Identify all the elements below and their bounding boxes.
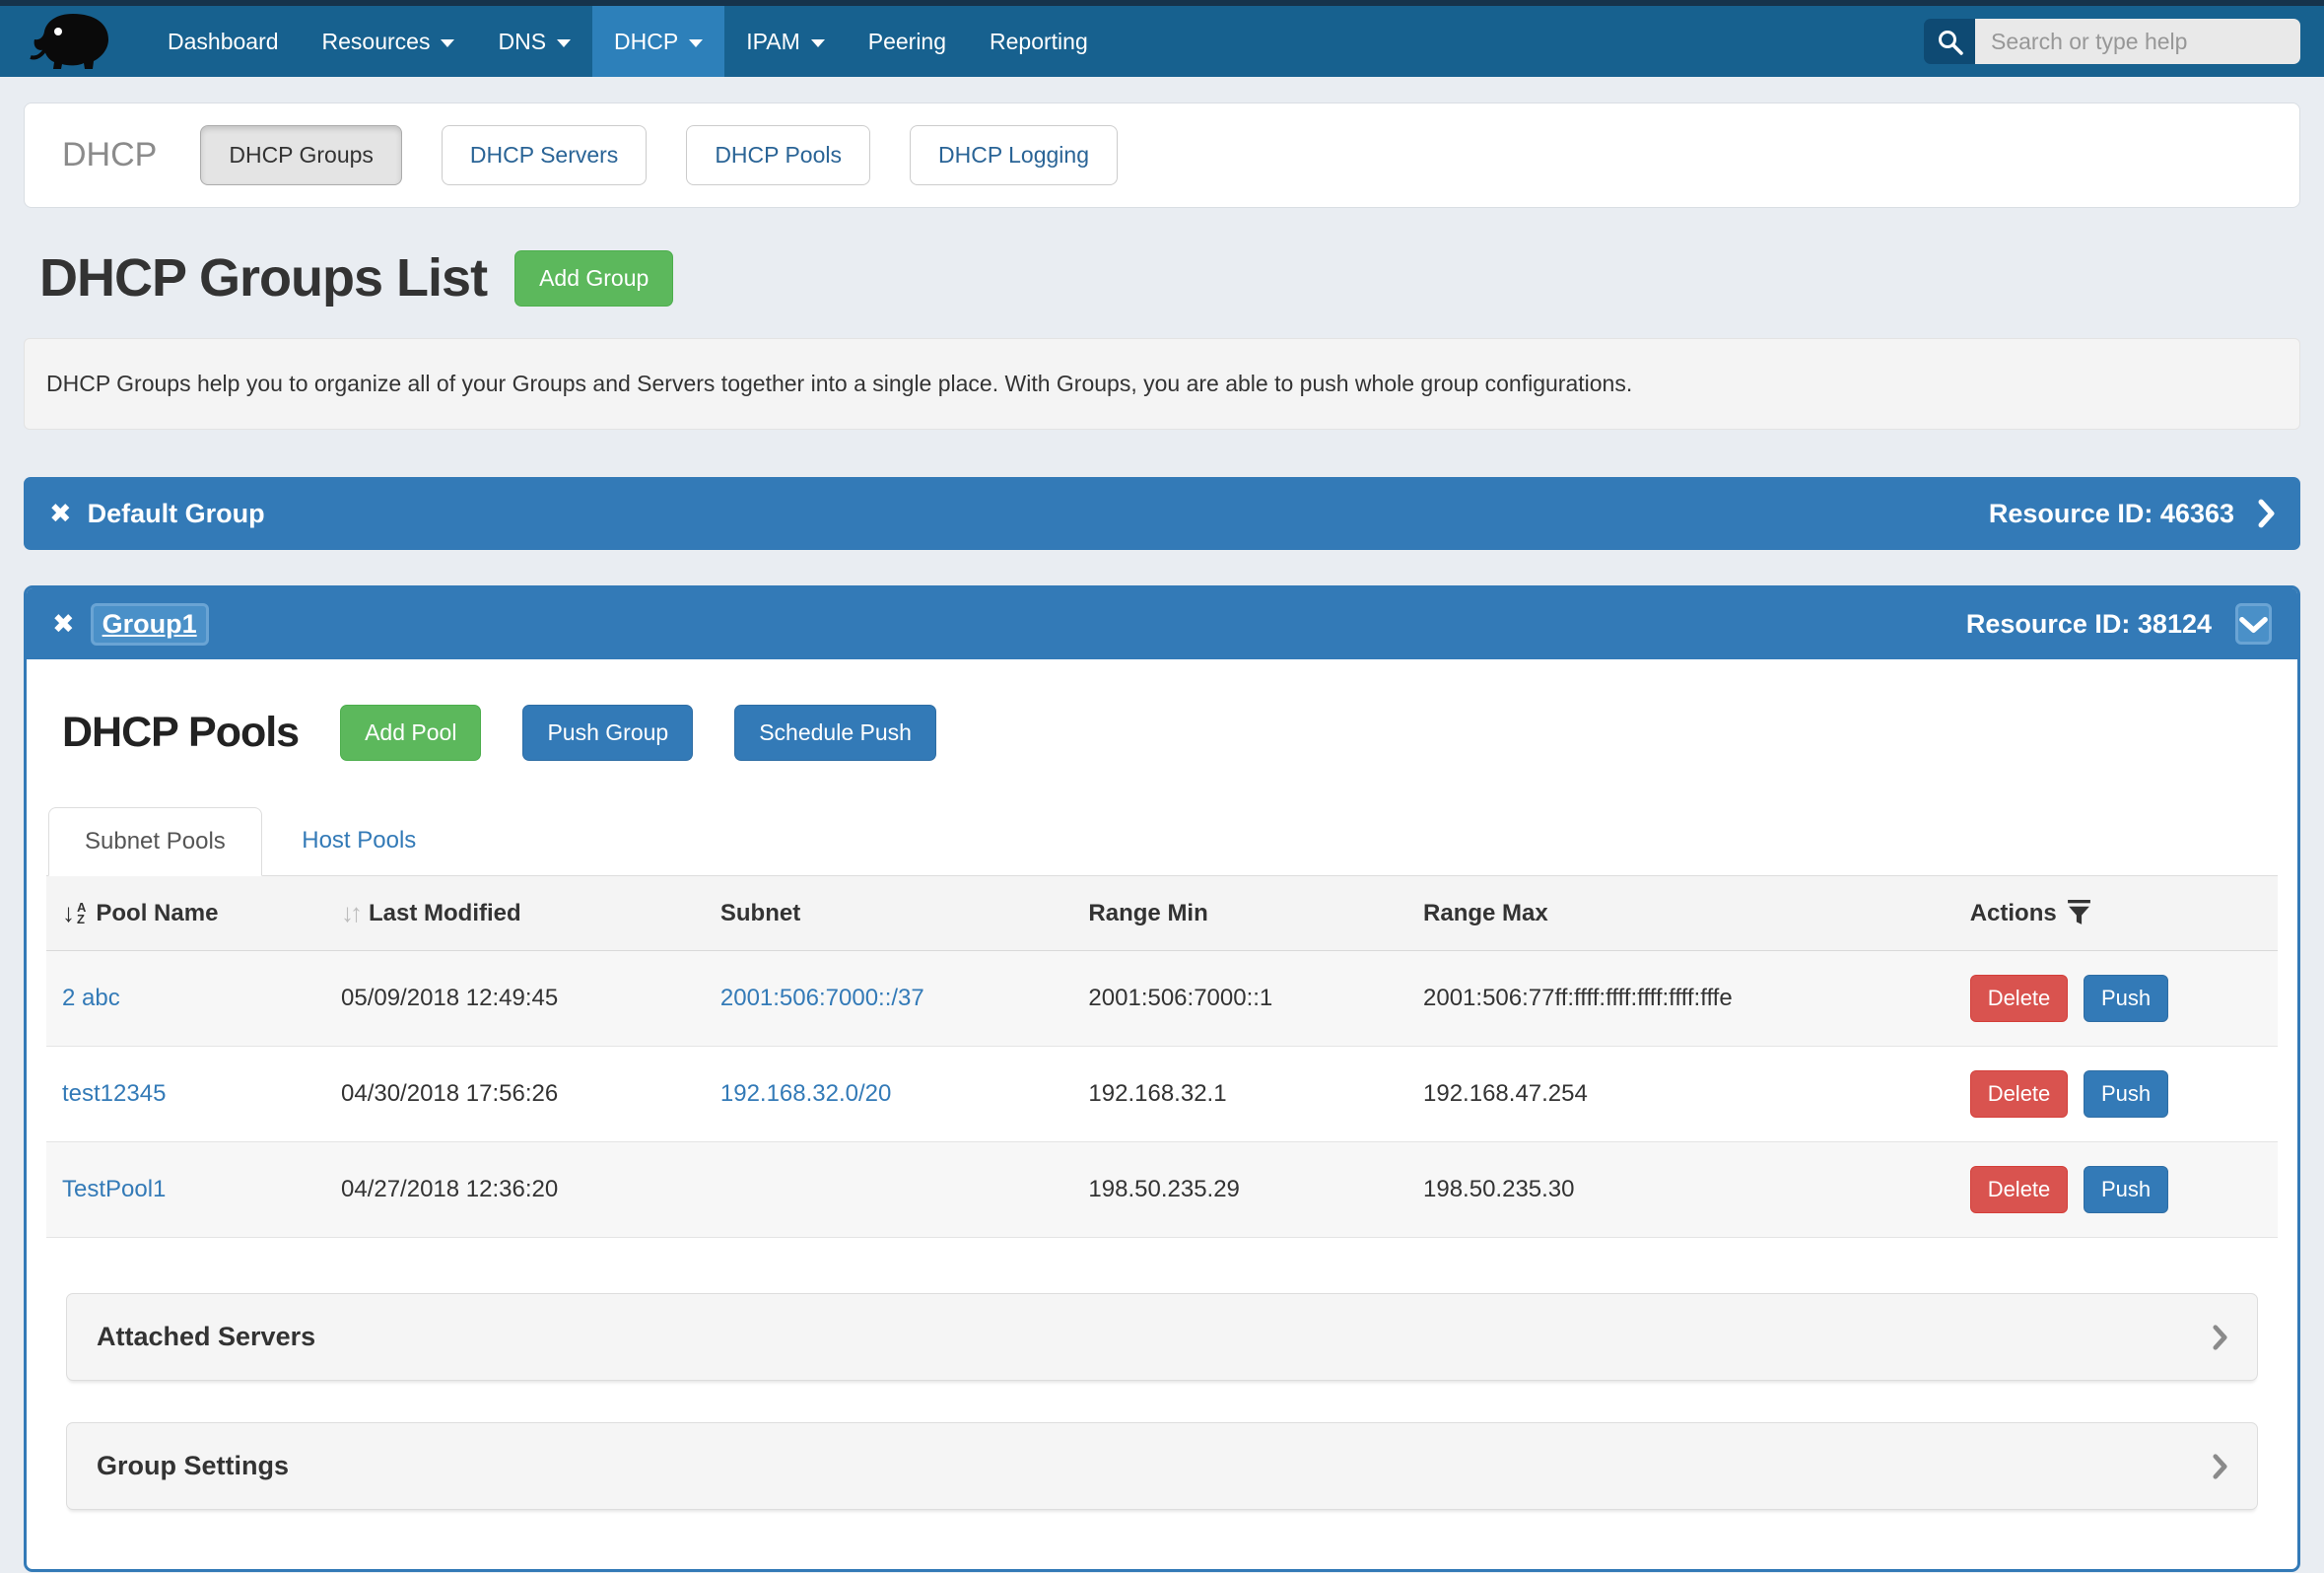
last-modified-cell: 05/09/2018 12:49:45 [325, 951, 705, 1047]
chevron-right-icon[interactable] [2258, 499, 2275, 528]
schedule-push-button[interactable]: Schedule Push [734, 705, 936, 761]
resource-id: Resource ID: 38124 [1966, 609, 2212, 640]
tab-dhcp-pools[interactable]: DHCP Pools [686, 125, 870, 185]
subnet-pools-table: ↓AZ Pool Name ↓↑ Last Modified Subnet [46, 876, 2278, 1238]
column-header-actions[interactable]: Actions [1954, 876, 2278, 951]
accordion-title: Group Settings [97, 1451, 289, 1481]
add-group-button[interactable]: Add Group [514, 250, 673, 307]
range-min-cell: 198.50.235.29 [1072, 1142, 1407, 1238]
search-icon[interactable] [1924, 19, 1975, 64]
nav-dhcp[interactable]: DHCP [592, 6, 724, 77]
nav-resources[interactable]: Resources [301, 6, 477, 77]
tab-dhcp-logging[interactable]: DHCP Logging [910, 125, 1118, 185]
dhcp-groups-description: DHCP Groups help you to organize all of … [24, 338, 2300, 430]
subnet-link[interactable]: 192.168.32.0/20 [720, 1080, 892, 1107]
tab-dhcp-servers[interactable]: DHCP Servers [442, 125, 647, 185]
table-row: test12345 04/30/2018 17:56:26 192.168.32… [46, 1047, 2278, 1142]
subnet-cell-empty [705, 1142, 1073, 1238]
range-max-cell: 2001:506:77ff:ffff:ffff:ffff:ffff:fffe [1407, 951, 1954, 1047]
column-header-subnet[interactable]: Subnet [705, 876, 1073, 951]
dhcp-section-tabbar: DHCP DHCP Groups DHCP Servers DHCP Pools… [24, 103, 2300, 208]
chevron-right-icon [2213, 1324, 2227, 1351]
nav-dns-label: DNS [498, 29, 546, 55]
range-min-cell: 192.168.32.1 [1072, 1047, 1407, 1142]
pool-name-link[interactable]: 2 abc [62, 985, 120, 1011]
dhcp-pools-header: DHCP Pools Add Pool Push Group Schedule … [46, 705, 2278, 761]
nav-dashboard-label: Dashboard [168, 29, 279, 55]
column-header-pool-name[interactable]: ↓AZ Pool Name [46, 876, 325, 951]
caret-down-icon [811, 39, 825, 47]
push-pool-button[interactable]: Push [2084, 1166, 2168, 1213]
nav-ipam[interactable]: IPAM [724, 6, 847, 77]
remove-group-icon[interactable]: ✖ [52, 611, 75, 638]
range-max-cell: 192.168.47.254 [1407, 1047, 1954, 1142]
search-input[interactable] [1975, 19, 2300, 64]
nav-peering-label: Peering [868, 29, 946, 55]
group-name: Default Group [88, 499, 265, 529]
delete-pool-button[interactable]: Delete [1970, 975, 2069, 1022]
page-title: DHCP Groups List [39, 247, 487, 308]
caret-down-icon [441, 39, 454, 47]
pool-name-link[interactable]: TestPool1 [62, 1176, 166, 1202]
nav-peering[interactable]: Peering [847, 6, 968, 77]
column-header-last-modified[interactable]: ↓↑ Last Modified [325, 876, 705, 951]
table-row: 2 abc 05/09/2018 12:49:45 2001:506:7000:… [46, 951, 2278, 1047]
remove-group-icon[interactable]: ✖ [49, 501, 72, 527]
app-logo-mammoth-icon[interactable] [28, 11, 116, 72]
dhcp-pools-title: DHCP Pools [62, 709, 299, 757]
nav-resources-label: Resources [322, 29, 431, 55]
column-header-range-max[interactable]: Range Max [1407, 876, 1954, 951]
pool-tabs: Subnet Pools Host Pools [46, 806, 2278, 876]
push-group-button[interactable]: Push Group [522, 705, 693, 761]
range-min-cell: 2001:506:7000::1 [1072, 951, 1407, 1047]
caret-down-icon [689, 39, 703, 47]
group-panel-group1: ✖ Group1 Resource ID: 38124 DHCP Pools A… [24, 585, 2300, 1572]
table-row: TestPool1 04/27/2018 12:36:20 198.50.235… [46, 1142, 2278, 1238]
chevron-down-icon[interactable] [2235, 603, 2272, 645]
group-name-link[interactable]: Group1 [91, 603, 209, 646]
group-bar-group1[interactable]: ✖ Group1 Resource ID: 38124 [27, 588, 2297, 659]
group1-body: DHCP Pools Add Pool Push Group Schedule … [27, 659, 2297, 1569]
push-pool-button[interactable]: Push [2084, 975, 2168, 1022]
main-navbar: Dashboard Resources DNS DHCP IPAM Peerin… [0, 6, 2324, 77]
page-head: DHCP Groups List Add Group [24, 247, 2300, 308]
accordion-title: Attached Servers [97, 1322, 315, 1352]
last-modified-cell: 04/27/2018 12:36:20 [325, 1142, 705, 1238]
accordion-group-settings[interactable]: Group Settings [66, 1422, 2258, 1510]
range-max-cell: 198.50.235.30 [1407, 1142, 1954, 1238]
delete-pool-button[interactable]: Delete [1970, 1070, 2069, 1118]
tab-subnet-pools[interactable]: Subnet Pools [48, 807, 262, 876]
nav-dhcp-label: DHCP [614, 29, 678, 55]
pool-name-link[interactable]: test12345 [62, 1080, 166, 1107]
delete-pool-button[interactable]: Delete [1970, 1166, 2069, 1213]
resource-id: Resource ID: 46363 [1989, 499, 2234, 529]
table-header-row: ↓AZ Pool Name ↓↑ Last Modified Subnet [46, 876, 2278, 951]
push-pool-button[interactable]: Push [2084, 1070, 2168, 1118]
caret-down-icon [557, 39, 571, 47]
tab-host-pools[interactable]: Host Pools [266, 807, 451, 874]
nav-dns[interactable]: DNS [476, 6, 592, 77]
nav-reporting-label: Reporting [990, 29, 1088, 55]
tab-dhcp-groups[interactable]: DHCP Groups [200, 125, 402, 185]
sort-alpha-asc-icon[interactable]: ↓AZ [62, 898, 86, 928]
section-label: DHCP [62, 136, 157, 174]
nav-ipam-label: IPAM [746, 29, 800, 55]
chevron-right-icon [2213, 1453, 2227, 1480]
column-header-range-min[interactable]: Range Min [1072, 876, 1407, 951]
subnet-link[interactable]: 2001:506:7000::/37 [720, 985, 924, 1011]
last-modified-cell: 04/30/2018 17:56:26 [325, 1047, 705, 1142]
nav-reporting[interactable]: Reporting [968, 6, 1110, 77]
accordion-attached-servers[interactable]: Attached Servers [66, 1293, 2258, 1381]
nav-dashboard[interactable]: Dashboard [146, 6, 301, 77]
add-pool-button[interactable]: Add Pool [340, 705, 481, 761]
main-nav: Dashboard Resources DNS DHCP IPAM Peerin… [146, 6, 1110, 77]
filter-icon[interactable] [2067, 900, 2091, 926]
global-search [1924, 19, 2300, 64]
sort-both-icon[interactable]: ↓↑ [341, 898, 359, 928]
group-bar-default-group[interactable]: ✖ Default Group Resource ID: 46363 [24, 477, 2300, 550]
